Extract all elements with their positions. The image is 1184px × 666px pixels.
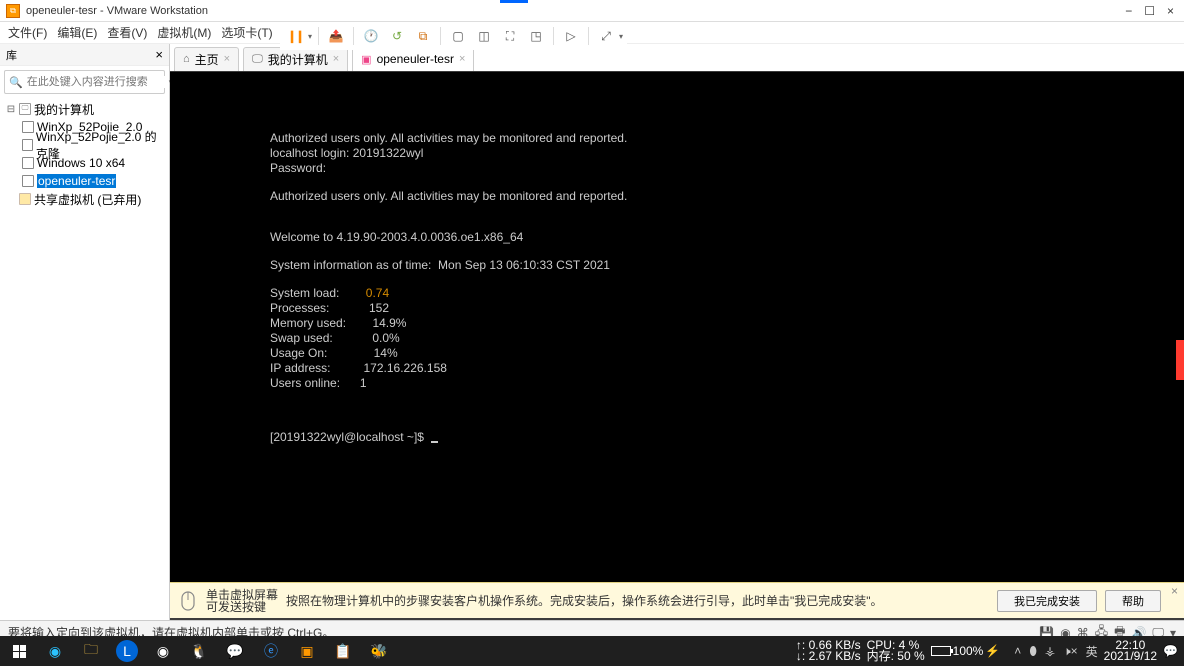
done-install-button[interactable]: 我已完成安装 [997, 590, 1097, 612]
app-red-icon[interactable]: 🐧 [182, 637, 216, 665]
expand-icon[interactable]: ⊟ [6, 104, 16, 115]
view-single-icon[interactable]: ▢ [447, 25, 469, 47]
vm-icon [22, 157, 34, 169]
view-unity-icon[interactable]: ◳ [525, 25, 547, 47]
snapshot-manager-icon[interactable]: ⧉ [412, 25, 434, 47]
tray-expand-icon[interactable]: ˄ [1014, 644, 1021, 658]
content-area: ⌂ 主页 × 🖵 我的计算机 × ▣ openeuler-tesr × Auth… [170, 44, 1184, 620]
snapshot-send-icon[interactable]: 📤 [325, 25, 347, 47]
tab-openeuler[interactable]: ▣ openeuler-tesr × [352, 47, 474, 71]
console-wrap: Authorized users only. All activities ma… [170, 72, 1184, 620]
vm-icon [22, 175, 34, 187]
menu-tabs[interactable]: 选项卡(T) [221, 24, 272, 41]
tab-close-icon[interactable]: × [224, 53, 230, 65]
tab-label: 我的计算机 [268, 51, 328, 68]
help-button[interactable]: 帮助 [1105, 590, 1161, 612]
console-output: Authorized users only. All activities ma… [270, 132, 1184, 446]
close-button[interactable]: × [1167, 4, 1174, 18]
notice-close-icon[interactable]: × [1171, 584, 1178, 598]
blue-top-marker [500, 0, 528, 3]
search-field[interactable] [23, 76, 169, 88]
menu-view[interactable]: 查看(V) [107, 24, 147, 41]
tab-label: openeuler-tesr [377, 52, 454, 66]
net-speed[interactable]: ↑: 0.66 KB/s↓: 2.67 KB/s [796, 640, 861, 662]
install-notice-bar: 单击虚拟屏幕可发送按键 按照在物理计算机中的步骤安装客户机操作系统。完成安装后，… [170, 582, 1184, 618]
tree-item-winxp-clone[interactable]: WinXp_52Pojie_2.0 的克隆 [4, 136, 165, 154]
maximize-button[interactable]: ☐ [1144, 4, 1155, 18]
search-input[interactable]: 🔍 ▾ [4, 70, 165, 94]
snapshot-revert-icon[interactable]: ↺ [386, 25, 408, 47]
view-fullscreen-icon[interactable]: ⛶ [499, 25, 521, 47]
tab-close-icon[interactable]: × [459, 53, 465, 65]
ime-label[interactable]: 英 [1086, 643, 1098, 660]
home-icon: ⌂ [183, 53, 190, 65]
vm-icon [22, 139, 33, 151]
vm-console[interactable]: Authorized users only. All activities ma… [170, 72, 1184, 582]
app-orange-icon[interactable]: ▣ [290, 637, 324, 665]
sidebar-label: 库 [6, 47, 17, 63]
windows-taskbar: ◉ 🗀 L ◉ 🐧 💬 ⓔ ▣ 📋 🐝 ↑: 0.66 KB/s↓: 2.67 … [0, 636, 1184, 666]
battery-icon[interactable]: 100%⚡ [931, 644, 1001, 658]
edge-icon[interactable]: ◉ [38, 637, 72, 665]
tab-label: 主页 [195, 51, 219, 68]
titlebar: ⧉ openeuler-tesr - VMware Workstation − … [0, 0, 1184, 22]
tree-root-shared[interactable]: 共享虚拟机 (已弃用) [4, 190, 165, 208]
sidebar-close-icon[interactable]: × [155, 47, 163, 62]
tree-label: 我的计算机 [34, 101, 94, 118]
start-button[interactable] [2, 637, 36, 665]
view-multi-icon[interactable]: ◫ [473, 25, 495, 47]
vm-icon [22, 121, 34, 133]
computer-icon: 🖵 [252, 53, 263, 66]
notepad-icon[interactable]: 📋 [326, 637, 360, 665]
pause-icon[interactable]: ❙❙ [284, 25, 306, 47]
cursor-icon [431, 441, 438, 443]
toolbar: ❙❙ ▾ 📤 🕐 ↺ ⧉ ▢ ◫ ⛶ ◳ ▷ ⤢ ▾ [280, 22, 627, 50]
explorer-icon[interactable]: 🗀 [74, 637, 108, 665]
tree-item-openeuler[interactable]: openeuler-tesr [4, 172, 165, 190]
stretch-icon[interactable]: ⤢ [595, 25, 617, 47]
console-icon[interactable]: ▷ [560, 25, 582, 47]
vm-running-icon: ▣ [361, 53, 371, 66]
volume-icon[interactable]: 🕨× [1063, 644, 1078, 659]
menu-file[interactable]: 文件(F) [8, 24, 47, 41]
clock[interactable]: 22:102021/9/12 [1104, 640, 1157, 662]
minimize-button[interactable]: − [1125, 4, 1132, 18]
folder-icon [19, 193, 31, 205]
snapshot-clock-icon[interactable]: 🕐 [360, 25, 382, 47]
tree-label: Windows 10 x64 [37, 156, 125, 170]
notifications-icon[interactable]: 💬 [1163, 644, 1178, 658]
tree-label: openeuler-tesr [37, 174, 116, 188]
wechat-icon[interactable]: 💬 [218, 637, 252, 665]
app-blue-icon[interactable]: L [116, 640, 138, 662]
app-mascot-icon[interactable]: 🐝 [362, 637, 396, 665]
sidebar-header: 库 × [0, 44, 169, 66]
cpu-mem[interactable]: CPU: 4 %内存: 50 % [867, 640, 925, 662]
app-logo-icon: ⧉ [6, 4, 20, 18]
wifi-icon[interactable]: ⚶ [1045, 644, 1055, 658]
menu-vm[interactable]: 虚拟机(M) [157, 24, 211, 41]
stretch-dropdown-icon[interactable]: ▾ [619, 32, 623, 41]
search-icon: 🔍 [9, 76, 23, 89]
power-dropdown-icon[interactable]: ▾ [308, 32, 312, 41]
window-title: openeuler-tesr - VMware Workstation [26, 5, 1125, 17]
red-indicator [1176, 340, 1184, 380]
tab-home[interactable]: ⌂ 主页 × [174, 47, 239, 71]
tree-root-mypc[interactable]: ⊟ 🖵 我的计算机 [4, 100, 165, 118]
chrome-icon[interactable]: ◉ [146, 637, 180, 665]
menu-edit[interactable]: 编辑(E) [57, 24, 97, 41]
tab-close-icon[interactable]: × [333, 53, 339, 65]
mouse-icon [178, 591, 198, 611]
ie-icon[interactable]: ⓔ [254, 637, 288, 665]
install-instruction: 按照在物理计算机中的步骤安装客户机操作系统。完成安装后，操作系统会进行引导，此时… [286, 592, 883, 609]
tab-mypc[interactable]: 🖵 我的计算机 × [243, 47, 348, 71]
click-instruction: 单击虚拟屏幕可发送按键 [206, 589, 278, 613]
computer-icon: 🖵 [19, 103, 31, 115]
vm-tree: ⊟ 🖵 我的计算机 WinXp_52Pojie_2.0 WinXp_52Poji… [0, 98, 169, 210]
tray-app1-icon[interactable]: ⬮ [1029, 644, 1037, 659]
sidebar: 库 × 🔍 ▾ ⊟ 🖵 我的计算机 WinXp_52Pojie_2.0 WinX… [0, 44, 170, 620]
tree-label: 共享虚拟机 (已弃用) [34, 191, 141, 208]
